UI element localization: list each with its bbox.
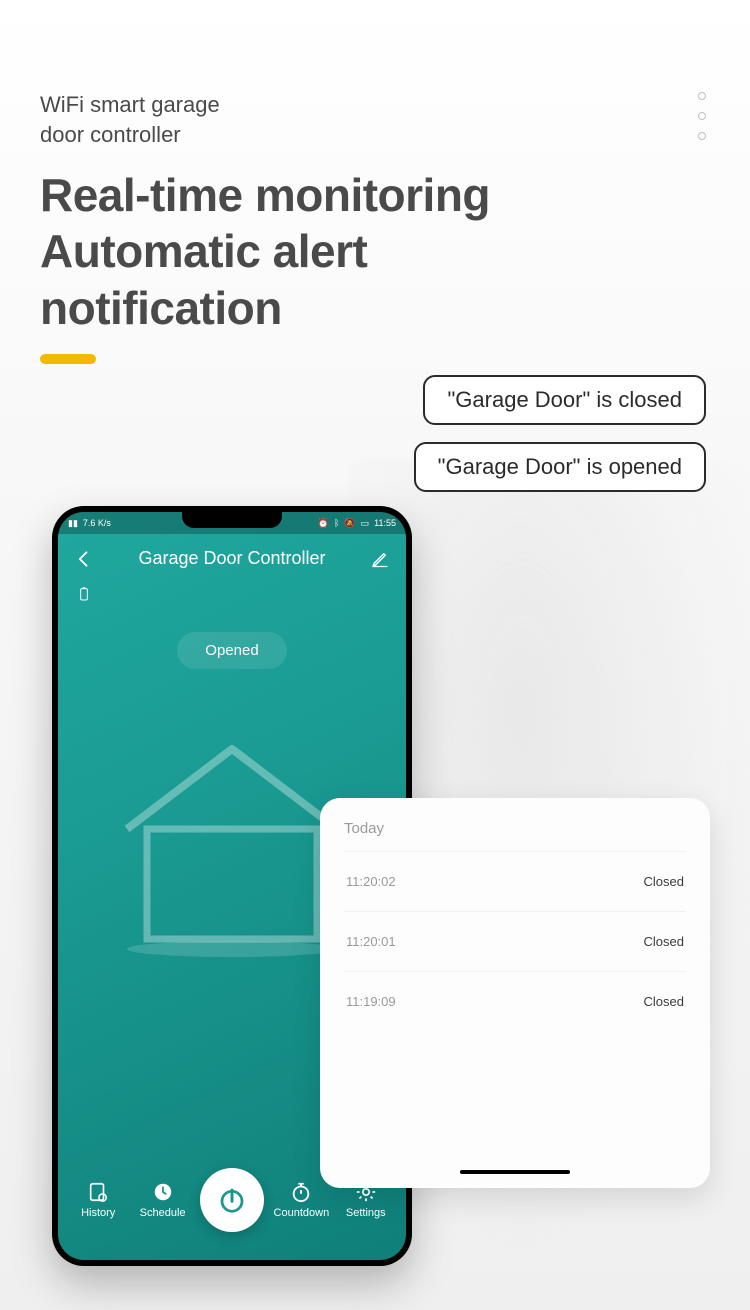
device-battery-icon [76, 583, 92, 605]
notification-bubble-closed: "Garage Door" is closed [423, 375, 706, 425]
network-speed: 7.6 K/s [83, 518, 111, 528]
app-title: Garage Door Controller [138, 548, 325, 569]
phone-notch [182, 512, 282, 528]
nav-schedule[interactable]: Schedule [136, 1181, 190, 1219]
nav-history-label: History [81, 1207, 115, 1219]
home-indicator[interactable] [460, 1170, 570, 1174]
battery-icon: ▭ [361, 518, 370, 529]
headline: Real-time monitoringAutomatic alertnotif… [40, 167, 710, 335]
nav-countdown[interactable]: Countdown [274, 1181, 328, 1219]
log-entry[interactable]: 11:19:09 Closed [344, 971, 686, 1031]
power-button[interactable] [200, 1168, 264, 1232]
accent-bar [40, 354, 96, 364]
history-icon [87, 1181, 109, 1203]
app-header: Garage Door Controller [58, 534, 406, 579]
page-header: WiFi smart garagedoor controller Real-ti… [0, 0, 750, 364]
status-time: 11:55 [374, 518, 396, 528]
signal-icon: ▮▮ [68, 518, 78, 529]
clock-icon [152, 1181, 174, 1203]
log-header: Today [344, 820, 686, 851]
back-button[interactable] [74, 549, 94, 569]
bluetooth-icon: ᛒ [334, 518, 339, 528]
power-icon [217, 1185, 247, 1215]
log-time: 11:19:09 [346, 994, 396, 1009]
door-status-pill[interactable]: Opened [177, 632, 287, 669]
log-state: Closed [644, 934, 684, 949]
log-state: Closed [644, 874, 684, 889]
history-log-panel: Today 11:20:02 Closed 11:20:01 Closed 11… [320, 798, 710, 1188]
log-entry[interactable]: 11:20:01 Closed [344, 911, 686, 971]
edit-button[interactable] [370, 549, 390, 569]
device-battery-row [58, 579, 406, 622]
log-time: 11:20:01 [346, 934, 396, 949]
product-label: WiFi smart garagedoor controller [40, 90, 710, 149]
log-entry[interactable]: 11:20:02 Closed [344, 851, 686, 911]
nav-history[interactable]: History [71, 1181, 125, 1219]
dnd-icon: 🔕 [344, 518, 355, 529]
stopwatch-icon [290, 1181, 312, 1203]
nav-schedule-label: Schedule [140, 1207, 186, 1219]
nav-countdown-label: Countdown [274, 1207, 330, 1219]
notification-bubble-opened: "Garage Door" is opened [414, 442, 706, 492]
alarm-icon: ⏰ [318, 518, 329, 529]
log-state: Closed [644, 994, 684, 1009]
log-time: 11:20:02 [346, 874, 396, 889]
nav-settings-label: Settings [346, 1207, 386, 1219]
garage-illustration [117, 739, 347, 959]
dots-decor [698, 92, 706, 140]
